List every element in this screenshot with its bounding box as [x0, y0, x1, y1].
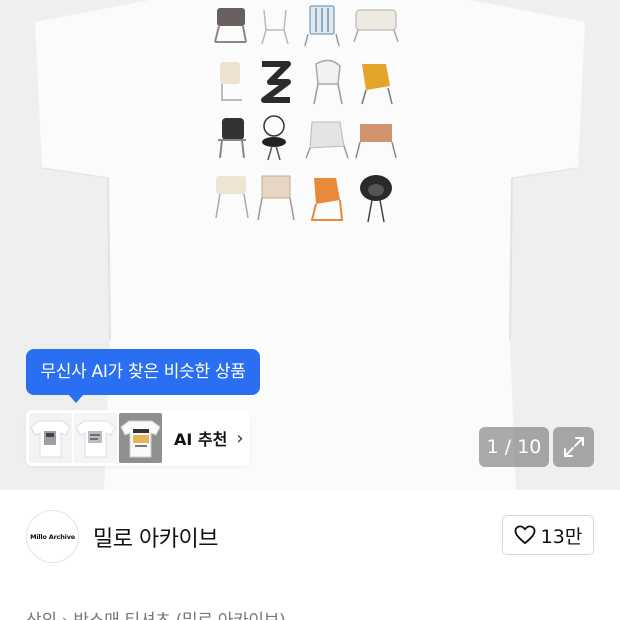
- expand-icon: [563, 437, 584, 457]
- expand-image-button[interactable]: [553, 427, 594, 467]
- ai-similar-tooltip: 무신사 AI가 찾은 비슷한 상품: [26, 349, 260, 403]
- brand-row: Millo Archive 밀로 아카이브 13만: [0, 490, 620, 585]
- ai-recommend-label: AI 추천: [174, 430, 228, 449]
- image-counter: 1 / 10: [479, 427, 549, 467]
- chevron-right-icon: ›: [236, 427, 244, 449]
- brand-logo[interactable]: Millo Archive: [26, 510, 79, 563]
- similar-product-thumbnail[interactable]: [119, 413, 162, 463]
- breadcrumb[interactable]: 상의 › 반소매 티셔츠 (밀로 아카이브): [26, 606, 286, 620]
- similar-product-thumbnail[interactable]: [29, 413, 72, 463]
- brand-logo-text: Millo Archive: [30, 532, 75, 541]
- ai-recommend-card[interactable]: AI 추천 ›: [26, 410, 250, 466]
- heart-icon: [514, 525, 536, 545]
- like-button[interactable]: 13만: [502, 515, 594, 555]
- like-count: 13만: [540, 525, 583, 548]
- product-image-gallery[interactable]: 무신사 AI가 찾은 비슷한 상품 AI 추천 › 1 / 10: [0, 0, 620, 490]
- similar-product-thumbnail[interactable]: [74, 413, 117, 463]
- brand-name-link[interactable]: 밀로 아카이브: [93, 521, 218, 553]
